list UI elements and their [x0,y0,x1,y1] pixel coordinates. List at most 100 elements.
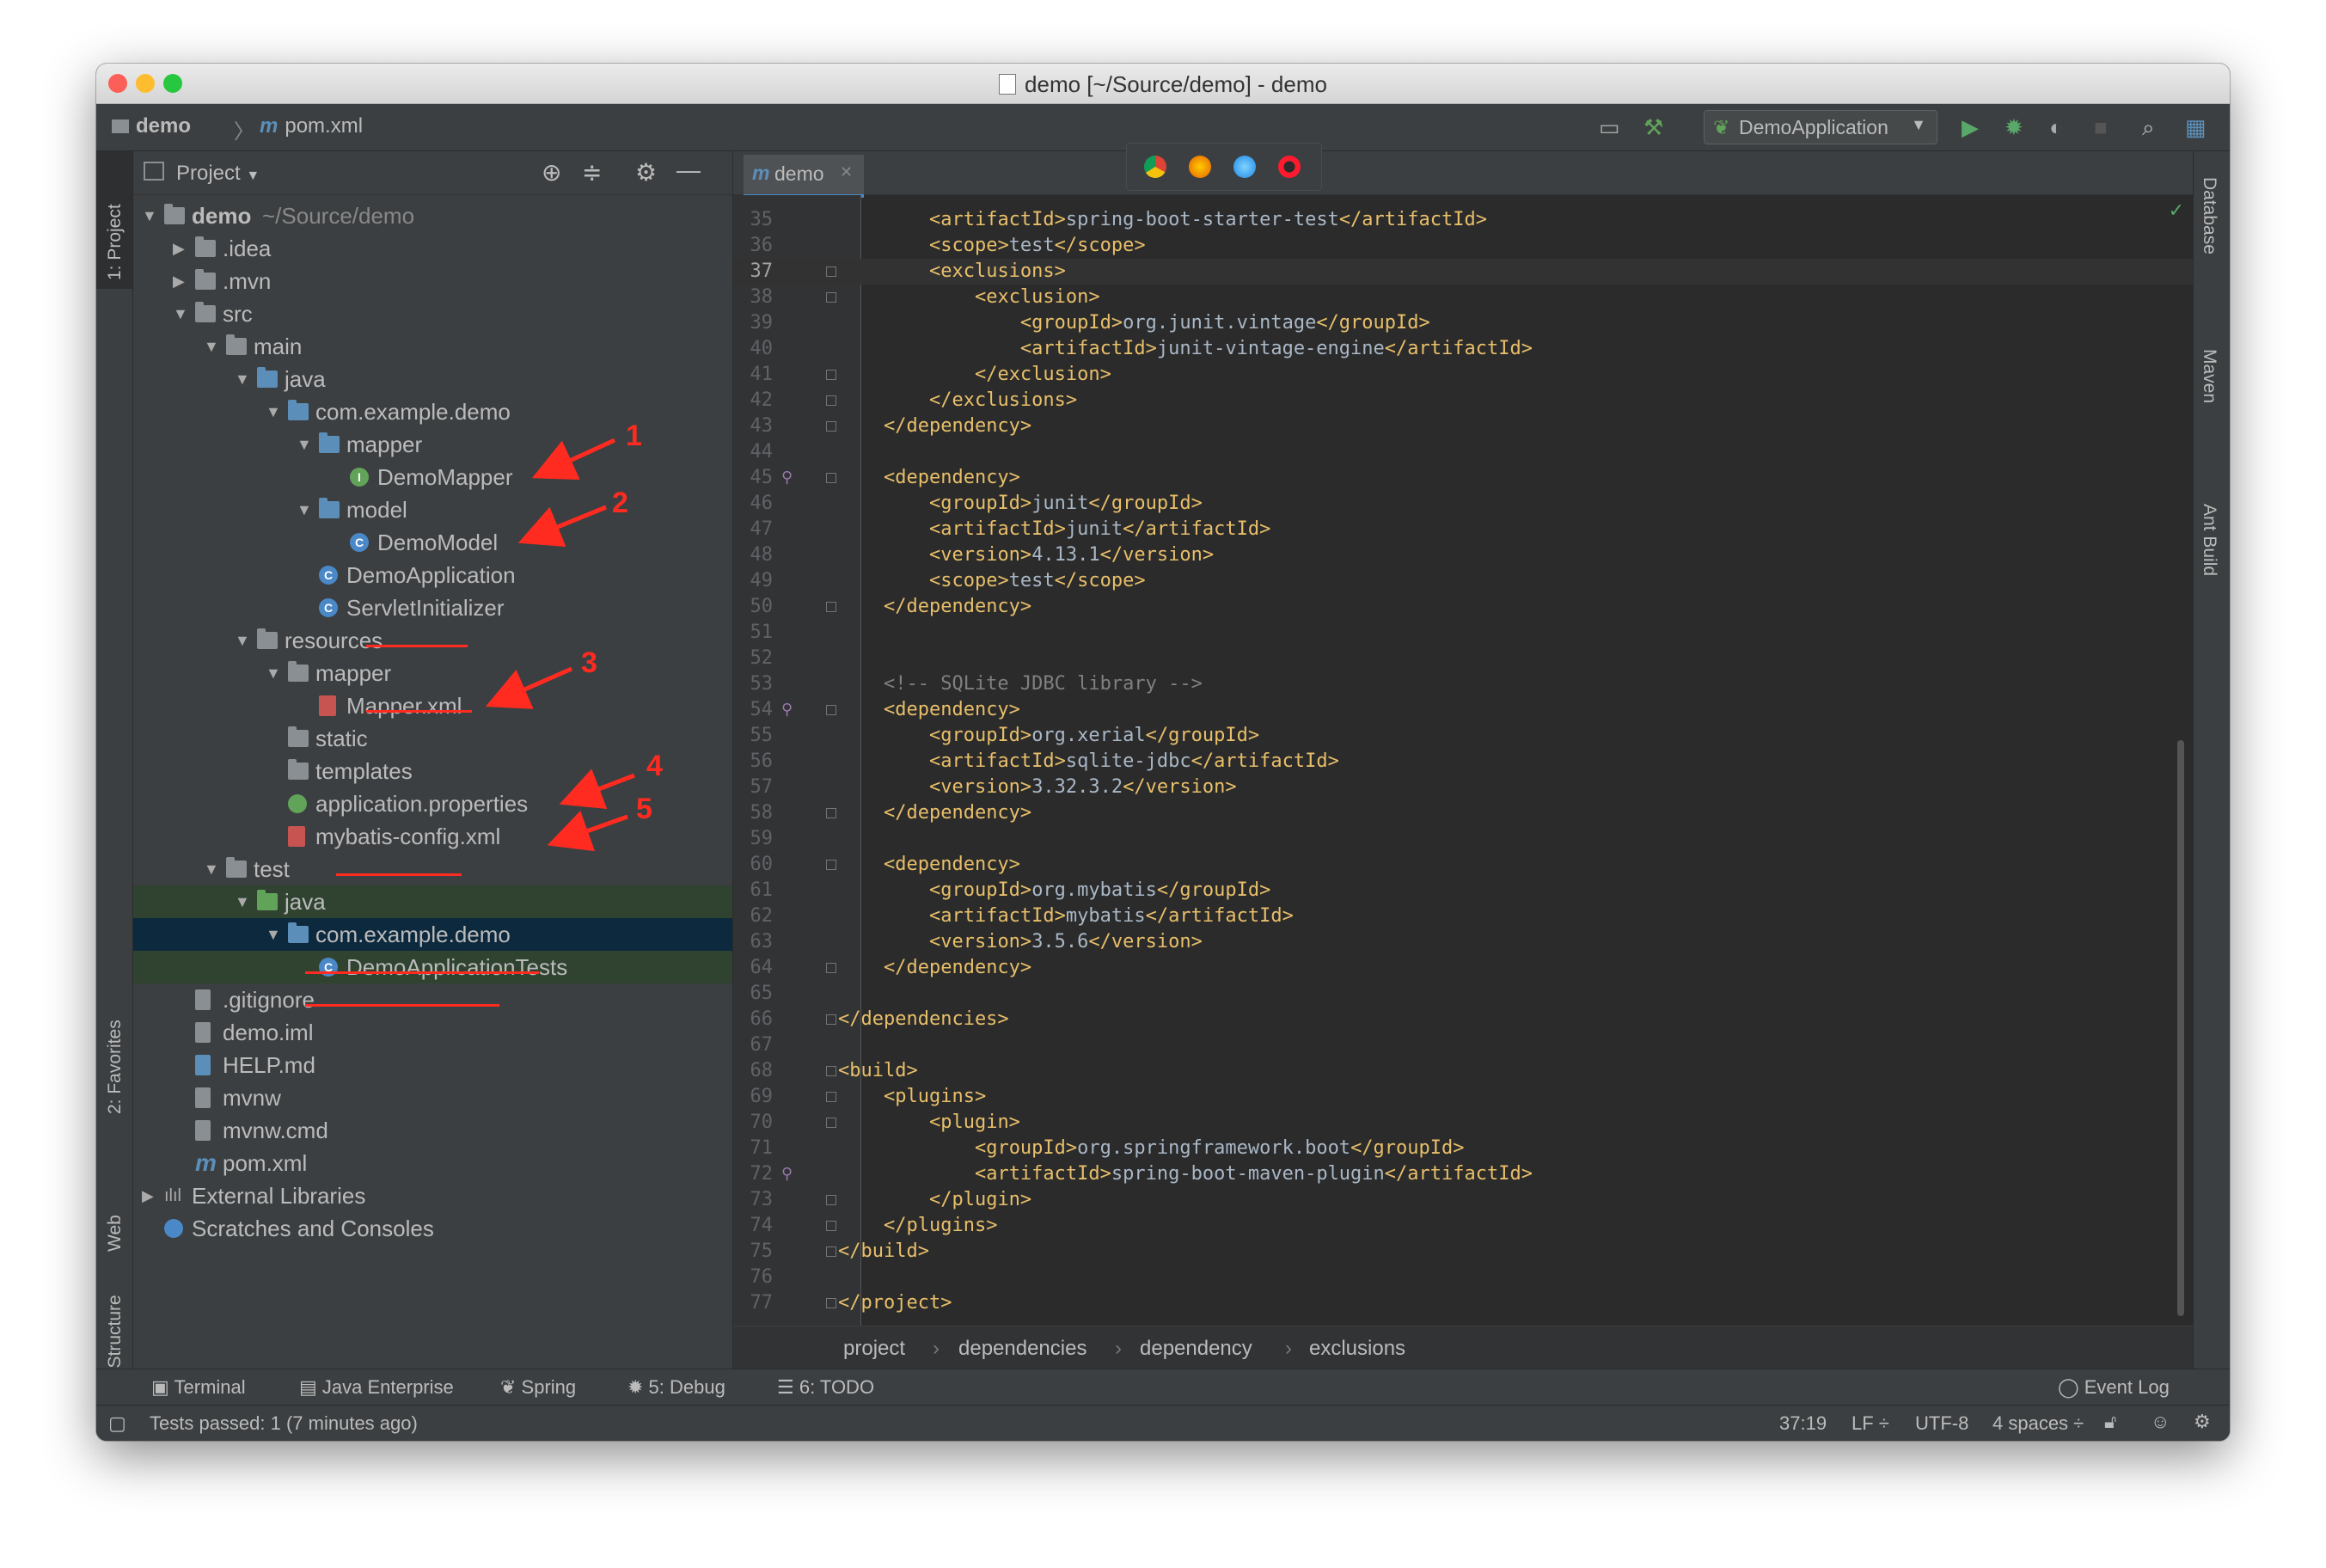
fold-marker-icon[interactable] [826,1118,836,1128]
tree-item[interactable]: C ServletInitializer [133,591,732,624]
fold-marker-icon[interactable] [826,1014,836,1025]
fold-marker-icon[interactable] [826,421,836,432]
fold-marker-icon[interactable] [826,705,836,715]
code-line[interactable]: 55 <groupId>org.xerial</groupId> [733,723,2193,749]
tree-item[interactable]: ▼ model [133,493,732,526]
tree-item[interactable]: Scratches and Consoles [133,1212,732,1245]
ant-build-tool-label[interactable]: Ant Build [2199,504,2219,576]
dependency-gutter-icon[interactable]: ⚲ [781,465,793,491]
web-tool-label[interactable]: Web [105,1215,125,1252]
tree-item[interactable]: ▼ com.example.demo [133,918,732,951]
opera-icon[interactable] [1278,156,1301,178]
tree-item[interactable]: mvnw [133,1081,732,1114]
code-line[interactable]: 77 </project> [733,1290,2193,1316]
breadcrumb-exclusions[interactable]: exclusions [1309,1337,1405,1361]
expand-down-icon[interactable]: ▼ [297,428,314,461]
expand-down-icon[interactable]: ▼ [204,330,221,363]
code-line[interactable]: 35 <artifactId>spring-boot-starter-test<… [733,207,2193,233]
fold-marker-icon[interactable] [826,1221,836,1231]
code-line[interactable]: 61 <groupId>org.mybatis</groupId> [733,878,2193,903]
fold-marker-icon[interactable] [826,1066,836,1076]
tree-item[interactable]: mvnw.cmd [133,1114,732,1147]
code-line[interactable]: 73 </plugin> [733,1187,2193,1213]
toggle-tool-windows-icon[interactable]: ▢ [108,1412,126,1435]
breadcrumb-project[interactable]: project [843,1337,905,1361]
code-line[interactable]: 59 [733,826,2193,852]
tree-item[interactable]: mybatis-config.xml [133,820,732,853]
tree-item[interactable]: ▼ java [133,885,732,918]
tree-item[interactable]: ▼ mapper [133,428,732,461]
tree-item[interactable]: application.properties [133,787,732,820]
tree-item[interactable]: ▶ .mvn [133,265,732,297]
fold-marker-icon[interactable] [826,1092,836,1102]
code-line[interactable]: 39 <groupId>org.junit.vintage</groupId> [733,310,2193,336]
collapse-all-icon[interactable]: ≑ [582,158,602,187]
code-line[interactable]: 67 [733,1032,2193,1058]
tree-item[interactable]: ▶ .idea [133,232,732,265]
breadcrumb-dependencies[interactable]: dependencies [958,1337,1086,1361]
expand-down-icon[interactable]: ▼ [173,297,190,330]
code-line[interactable]: 48 <version>4.13.1</version> [733,542,2193,568]
fold-marker-icon[interactable] [826,395,836,406]
code-line[interactable]: 71 <groupId>org.springframework.boot</gr… [733,1136,2193,1161]
tree-item[interactable]: m pom.xml [133,1147,732,1179]
code-line[interactable]: 42 </exclusions> [733,388,2193,413]
build-hammer-icon[interactable]: ⚒ [1644,114,1663,141]
code-line[interactable]: 64 </dependency> [733,955,2193,981]
tree-item[interactable]: .gitignore [133,983,732,1016]
indent-select[interactable]: 4 spaces ÷ [1992,1412,2084,1435]
stop-icon[interactable]: ■ [2094,114,2108,141]
todo-button[interactable]: ☰ 6: TODO [777,1376,874,1399]
code-line[interactable]: 40 <artifactId>junit-vintage-engine</art… [733,336,2193,362]
code-line[interactable]: 41 </exclusion> [733,362,2193,388]
encoding-select[interactable]: UTF-8 [1915,1412,1968,1435]
code-line[interactable]: 52 [733,646,2193,671]
nav-file-crumb[interactable]: m pom.xml [260,114,363,138]
tree-item[interactable]: ▼ test [133,853,732,885]
expand-down-icon[interactable]: ▼ [297,493,314,526]
expand-down-icon[interactable]: ▼ [266,657,283,689]
code-line[interactable]: 65 [733,981,2193,1007]
tree-item[interactable]: I DemoMapper [133,461,732,493]
lock-icon[interactable]: 🔓︎ [2104,1411,2116,1433]
code-line[interactable]: 53 <!-- SQLite JDBC library --> [733,671,2193,697]
tree-item[interactable]: ▼ com.example.demo [133,395,732,428]
tree-item[interactable]: demo.iml [133,1016,732,1049]
fold-marker-icon[interactable] [826,808,836,818]
expand-down-icon[interactable]: ▼ [142,199,159,232]
fold-marker-icon[interactable] [826,963,836,973]
dependency-gutter-icon[interactable]: ⚲ [781,697,793,723]
tree-item[interactable]: ▼ main [133,330,732,363]
tree-item[interactable]: ▼ resources [133,624,732,657]
gear-icon[interactable]: ⚙ [635,158,657,187]
hide-panel-icon[interactable]: — [676,156,701,184]
expand-down-icon[interactable]: ▼ [235,363,252,395]
code-line[interactable]: 74 </plugins> [733,1213,2193,1239]
project-tool-label[interactable]: 1: Project [105,204,125,280]
tree-item[interactable]: ▼ src [133,297,732,330]
event-log-button[interactable]: ◯ Event Log [2058,1376,2170,1399]
line-separator-select[interactable]: LF ÷ [1852,1412,1889,1435]
fold-marker-icon[interactable] [826,1298,836,1308]
tree-item[interactable]: HELP.md [133,1049,732,1081]
maven-tool-label[interactable]: Maven [2199,349,2219,403]
debug-bug-icon[interactable]: ✹ [2005,114,2023,141]
tree-item[interactable]: ▼ mapper [133,657,732,689]
tree-item[interactable]: C DemoApplicationTests [133,951,732,983]
code-line[interactable]: 51 [733,620,2193,646]
locate-icon[interactable]: ⊕ [542,158,561,187]
editor-tab-demo[interactable]: m demo ✕ [744,155,864,198]
inspector-icon[interactable]: ☺ [2151,1411,2170,1433]
code-line[interactable]: 45 ⚲ <dependency> [733,465,2193,491]
code-line[interactable]: 68 <build> [733,1058,2193,1084]
code-line[interactable]: 46 <groupId>junit</groupId> [733,491,2193,517]
code-line[interactable]: 50 </dependency> [733,594,2193,620]
code-line[interactable]: 58 </dependency> [733,800,2193,826]
fold-marker-icon[interactable] [826,266,836,277]
code-line[interactable]: 43 </dependency> [733,413,2193,439]
memory-icon[interactable]: ⚙ [2194,1411,2211,1433]
code-line[interactable]: 69 <plugins> [733,1084,2193,1110]
fold-marker-icon[interactable] [826,473,836,483]
close-icon[interactable]: ✕ [840,163,853,181]
code-line[interactable]: 72 ⚲ <artifactId>spring-boot-maven-plugin… [733,1161,2193,1187]
